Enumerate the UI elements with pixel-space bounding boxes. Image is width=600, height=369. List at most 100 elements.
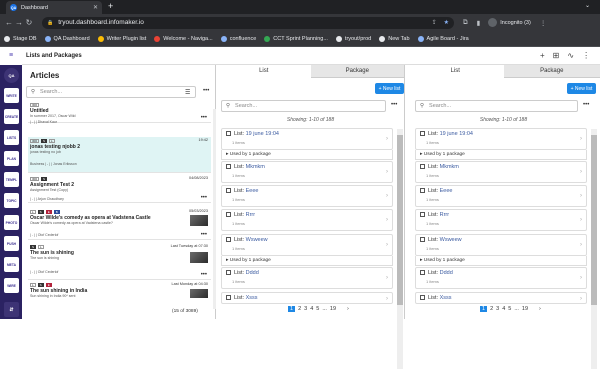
page-button[interactable]: 19 [330,306,336,312]
page-button[interactable]: 5 [508,306,511,312]
list-item[interactable]: List: Xsss› [415,292,587,304]
scrollbar-thumb[interactable] [591,135,597,305]
close-tab-icon[interactable]: ✕ [93,4,98,11]
more-icon[interactable]: ••• [391,102,397,108]
new-list-button[interactable]: + New list [375,83,404,94]
page-button[interactable]: 3 [496,306,499,312]
page-button[interactable]: 1 [480,306,487,312]
page-button[interactable]: 4 [502,306,505,312]
page-button[interactable]: 3 [304,306,307,312]
article-item[interactable]: 300SL 19:42 jonas testing njobb 2 jonas … [28,137,211,173]
more-icon[interactable]: ••• [201,195,207,201]
tab-package[interactable]: Package [504,65,600,78]
activity-icon[interactable]: ∿ [567,51,574,60]
more-icon[interactable]: ••• [203,88,209,94]
bookmark-item[interactable]: CCT Sprint Planning... [264,36,328,42]
used-by-package[interactable]: ▸ Used by 1 package [415,150,587,160]
list-item[interactable]: List: Eeee1 items› [221,185,393,207]
forward-icon[interactable]: → [14,18,24,27]
sidebar-item-wire[interactable]: WIRE [4,278,19,293]
tab-package[interactable]: Package [311,65,405,78]
bookmark-item[interactable]: QA Dashboard [45,36,90,42]
sidebar-item-push[interactable]: PUSH [4,236,19,251]
bookmark-item[interactable]: Stage DB [4,36,37,42]
article-item[interactable]: SL Last Tuesday at 07:30 The sun is shin… [28,243,211,280]
list-item[interactable]: List: 19 june 19:041 items› [221,128,393,150]
filter-icon[interactable]: ☰ [185,89,190,96]
articles-search-input[interactable]: ⚲ Search... [26,86,196,98]
list-item[interactable]: List: Xsss› [221,292,393,304]
page-button[interactable]: 5 [316,306,319,312]
list-search-input[interactable]: ⚲ Search... [221,100,386,112]
page-button[interactable]: 19 [522,306,528,312]
sidebar-item-meta[interactable]: META [4,257,19,272]
new-list-button[interactable]: + New list [567,83,596,94]
more-icon[interactable]: ••• [201,232,207,238]
share-icon[interactable]: ⇪ [432,19,437,26]
page-button[interactable]: 2 [490,306,493,312]
tab-list[interactable]: List [407,65,504,78]
list-item[interactable]: List: Dddd1 items› [415,267,587,289]
sidebar-item-create[interactable]: CREATE [4,109,19,124]
scrollbar-thumb[interactable] [397,135,403,305]
used-by-package[interactable]: ▸ Used by 1 package [415,256,587,266]
article-item[interactable]: 300S 04/08/2023 Assignment Test 2 Assign… [28,175,211,203]
address-bar[interactable]: 🔒 tryout.dashboard.infomaker.io ⇪ ★ [42,17,454,29]
incognito-indicator[interactable]: Incognito (3) [488,18,531,27]
sidebar-item-photo[interactable]: PHOTO [4,215,19,230]
used-by-package[interactable]: ▸ Used by 1 package [221,150,393,160]
more-icon[interactable]: ••• [201,272,207,278]
reload-icon[interactable]: ↻ [24,18,34,27]
page-button[interactable]: 1 [288,306,295,312]
sidebar-item-templ[interactable]: TEMPL [4,172,19,187]
list-item[interactable]: List: Eeee1 items› [415,185,587,207]
articles-scrollbar[interactable] [213,109,216,309]
menu-toggle-icon[interactable]: ≡ [0,47,22,65]
next-page-icon[interactable]: › [347,306,349,312]
bookmark-item[interactable]: Writer Plugin list [98,36,147,42]
new-tab-icon[interactable]: + [108,1,113,11]
list-item[interactable]: List: Wsweew1 items› [221,234,393,256]
sidebar-item-plan[interactable]: PLAN [4,151,19,166]
list-item[interactable]: List: Wsweew1 items› [415,234,587,256]
list-search-input[interactable]: ⚲ Search... [415,100,578,112]
more-icon[interactable]: ••• [583,102,589,108]
bookmark-item[interactable]: tryout/prod [336,36,371,42]
bookmark-star-icon[interactable]: ★ [444,19,449,26]
list-scrollbar[interactable] [397,129,403,369]
page-button[interactable]: 4 [310,306,313,312]
list-item[interactable]: List: Rrrr1 items› [415,209,587,231]
tab-list[interactable]: List [217,65,311,78]
list-item[interactable]: List: 19 june 19:041 items› [415,128,587,150]
list-item[interactable]: List: Mkmkm1 items› [415,161,587,183]
browser-menu-icon[interactable]: ⋮ [540,19,547,27]
article-item[interactable]: LSE Last Monday at 04:30 The sun shining… [28,281,211,305]
add-icon[interactable]: + [540,51,545,60]
page-button[interactable]: 2 [298,306,301,312]
bookmark-item[interactable]: New Tab [379,36,409,42]
article-item[interactable]: 300 Untitled In summer 2017, Oscar Wild … [28,101,211,123]
more-icon[interactable]: ••• [201,115,207,121]
next-page-icon[interactable]: › [539,306,541,312]
layout-icon[interactable]: ⊞ [553,51,560,60]
tab-search-icon[interactable]: ⌄ [585,2,590,9]
used-by-package[interactable]: ▸ Used by 1 package [221,256,393,266]
extensions-icon[interactable]: ⧉ [463,19,468,27]
browser-tab[interactable]: QA Dashboard ✕ [6,1,102,14]
list-scrollbar[interactable] [591,129,597,369]
list-item[interactable]: List: Rrrr1 items› [221,209,393,231]
sidebar-item-qa[interactable]: QA [4,68,19,83]
list-item[interactable]: List: Dddd1 items› [221,267,393,289]
sidebar-item-write[interactable]: WRITE [4,88,19,103]
article-item[interactable]: LSEB 05/03/2023 Oscar Wilde's comedy as … [28,208,211,240]
bookmark-item[interactable]: Welcome - Naviga... [154,36,212,42]
back-icon[interactable]: ← [4,18,14,27]
more-icon[interactable]: ⋮ [582,51,590,60]
sidebar-item-topic[interactable]: TOPIC [4,193,19,208]
bookmark-item[interactable]: Agile Board - Jira [418,36,469,42]
sidepanel-icon[interactable]: ▮ [477,19,481,27]
settings-icon[interactable]: ⇵ [4,302,19,317]
sidebar-item-lists[interactable]: LISTS [4,130,19,145]
list-item[interactable]: List: Mkmkm1 items› [221,161,393,183]
bookmark-item[interactable]: confluence [221,36,257,42]
